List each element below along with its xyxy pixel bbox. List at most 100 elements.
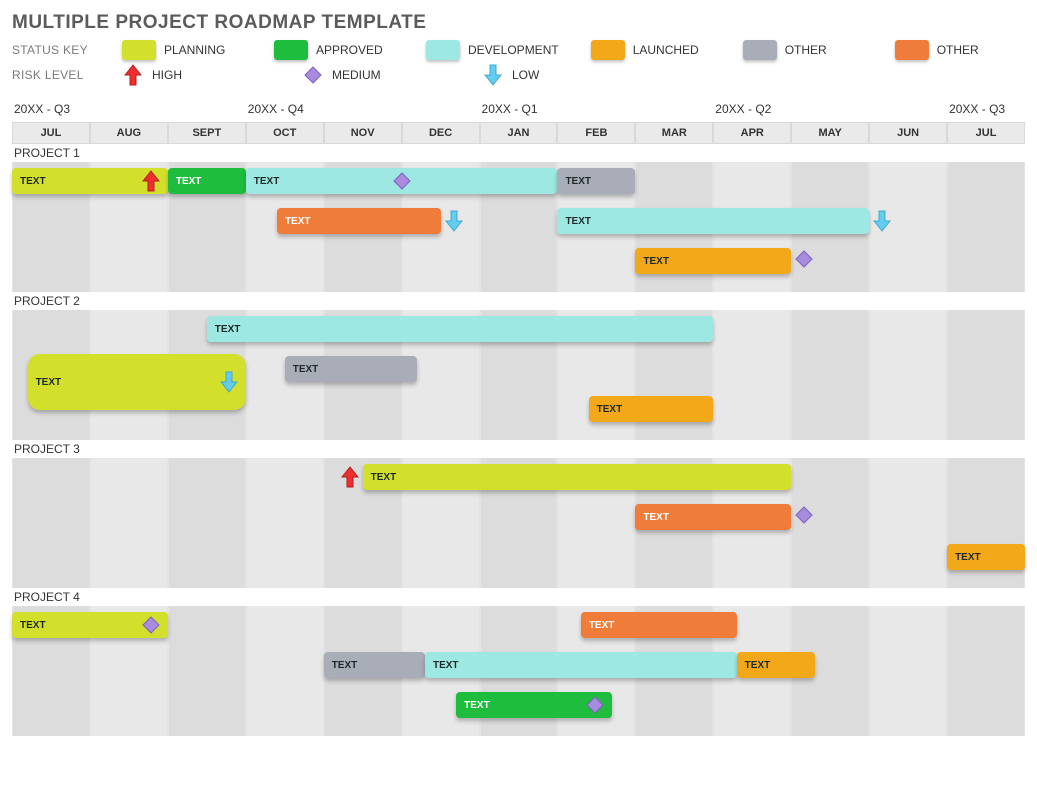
month-header: JUN bbox=[869, 122, 947, 144]
gantt-bar[interactable]: TEXT bbox=[581, 612, 737, 638]
status-key-item: OTHER bbox=[895, 40, 1015, 60]
month-header: JUL bbox=[12, 122, 90, 144]
diamond-icon bbox=[795, 506, 813, 524]
quarter-label: 20XX - Q3 bbox=[12, 100, 90, 122]
status-key-item: PLANNING bbox=[122, 40, 242, 60]
gantt-bar[interactable]: TEXT bbox=[947, 544, 1025, 570]
quarter-label: 20XX - Q3 bbox=[947, 100, 1025, 122]
month-header: DEC bbox=[402, 122, 480, 144]
quarter-label: 20XX - Q4 bbox=[246, 100, 324, 122]
status-name: DEVELOPMENT bbox=[468, 43, 559, 57]
project-title: PROJECT 1 bbox=[12, 144, 1025, 162]
bar-label: TEXT bbox=[589, 620, 729, 631]
arrow-down-icon bbox=[220, 371, 238, 393]
month-header: APR bbox=[713, 122, 791, 144]
gantt-bar[interactable]: TEXT bbox=[28, 354, 246, 410]
project-lanes: TEXT TEXT TEXT TEXT TEXT TEXT TEXT bbox=[12, 162, 1025, 292]
risk-level-legend: RISK LEVEL HIGH MEDIUM LOW bbox=[12, 64, 1025, 86]
status-name: OTHER bbox=[785, 43, 827, 57]
status-name: APPROVED bbox=[316, 43, 383, 57]
bar-label: TEXT bbox=[745, 660, 807, 671]
status-key-item: APPROVED bbox=[274, 40, 394, 60]
status-swatch bbox=[122, 40, 156, 60]
bar-label: TEXT bbox=[176, 176, 238, 187]
timeline-cell bbox=[246, 458, 324, 588]
gantt-bar[interactable]: TEXT bbox=[324, 652, 425, 678]
gantt-bar[interactable]: TEXT bbox=[12, 168, 168, 194]
month-header: MAR bbox=[635, 122, 713, 144]
timeline-cell bbox=[246, 606, 324, 736]
bar-label: TEXT bbox=[597, 404, 706, 415]
bar-label: TEXT bbox=[433, 660, 729, 671]
status-key-legend: STATUS KEY PLANNING APPROVED DEVELOPMENT LA… bbox=[12, 40, 1025, 60]
status-swatch bbox=[426, 40, 460, 60]
gantt-bar[interactable]: TEXT bbox=[425, 652, 737, 678]
quarter-label bbox=[402, 100, 480, 122]
bar-label: TEXT bbox=[464, 700, 586, 711]
gantt-bar[interactable]: TEXT bbox=[737, 652, 815, 678]
gantt-bar[interactable]: TEXT bbox=[168, 168, 246, 194]
project-title: PROJECT 4 bbox=[12, 588, 1025, 606]
risk-level-name: LOW bbox=[512, 68, 539, 82]
project-lanes: TEXT TEXT TEXT TEXT TEXT TEXT bbox=[12, 606, 1025, 736]
timeline-cell bbox=[947, 606, 1025, 736]
quarter-label bbox=[635, 100, 713, 122]
gantt-bar[interactable]: TEXT bbox=[207, 316, 714, 342]
quarter-label bbox=[168, 100, 246, 122]
months-row: JULAUGSEPTOCTNOVDECJANFEBMARAPRMAYJUNJUL bbox=[12, 122, 1025, 144]
gantt-bar[interactable]: TEXT bbox=[635, 248, 791, 274]
month-header: JAN bbox=[480, 122, 558, 144]
bar-label: TEXT bbox=[285, 216, 433, 227]
project-lanes: TEXT TEXT TEXT TEXT bbox=[12, 310, 1025, 440]
month-header: NOV bbox=[324, 122, 402, 144]
risk-level-item: LOW bbox=[482, 64, 602, 86]
status-key-item: LAUNCHED bbox=[591, 40, 711, 60]
risk-marker bbox=[445, 210, 463, 237]
gantt-bar[interactable]: TEXT bbox=[285, 356, 417, 382]
month-header: OCT bbox=[246, 122, 324, 144]
status-swatch bbox=[743, 40, 777, 60]
diamond-icon bbox=[142, 616, 160, 634]
quarter-label bbox=[869, 100, 947, 122]
quarter-label bbox=[791, 100, 869, 122]
risk-level-item: MEDIUM bbox=[302, 64, 422, 86]
gantt-bar[interactable]: TEXT bbox=[635, 504, 791, 530]
bar-label: TEXT bbox=[20, 176, 142, 187]
status-key-item: OTHER bbox=[743, 40, 863, 60]
arrow-down-icon bbox=[873, 210, 891, 232]
status-swatch bbox=[591, 40, 625, 60]
timeline-cell bbox=[947, 310, 1025, 440]
gantt-bar[interactable]: TEXT bbox=[246, 168, 558, 194]
gantt-bar[interactable]: TEXT bbox=[557, 168, 635, 194]
diamond-icon bbox=[795, 250, 813, 268]
bar-label: TEXT bbox=[20, 620, 142, 631]
quarter-label bbox=[90, 100, 168, 122]
status-swatch bbox=[274, 40, 308, 60]
timeline-cell bbox=[168, 458, 246, 588]
gantt-bar[interactable]: TEXT bbox=[456, 692, 612, 718]
quarter-label: 20XX - Q2 bbox=[713, 100, 791, 122]
arrow-down-icon bbox=[484, 64, 502, 86]
timeline-cell bbox=[947, 162, 1025, 292]
risk-level-label: RISK LEVEL bbox=[12, 68, 102, 82]
risk-marker bbox=[795, 250, 813, 273]
diamond-icon bbox=[304, 66, 322, 84]
gantt-bar[interactable]: TEXT bbox=[589, 396, 714, 422]
bar-label: TEXT bbox=[565, 176, 627, 187]
timeline-cell bbox=[90, 458, 168, 588]
risk-level-item: HIGH bbox=[122, 64, 242, 86]
risk-marker bbox=[341, 466, 359, 493]
timeline-cell bbox=[869, 458, 947, 588]
status-key-label: STATUS KEY bbox=[12, 43, 102, 57]
gantt-bar[interactable]: TEXT bbox=[363, 464, 792, 490]
diamond-icon bbox=[393, 172, 411, 190]
month-header: JUL bbox=[947, 122, 1025, 144]
bar-label: TEXT bbox=[36, 377, 220, 388]
gantt-bar[interactable]: TEXT bbox=[12, 612, 168, 638]
bar-label: TEXT bbox=[643, 256, 783, 267]
timeline-cell bbox=[713, 310, 791, 440]
gantt-bar[interactable]: TEXT bbox=[557, 208, 869, 234]
gantt-bar[interactable]: TEXT bbox=[277, 208, 441, 234]
arrow-down-icon bbox=[445, 210, 463, 232]
arrow-up-icon bbox=[124, 64, 142, 86]
